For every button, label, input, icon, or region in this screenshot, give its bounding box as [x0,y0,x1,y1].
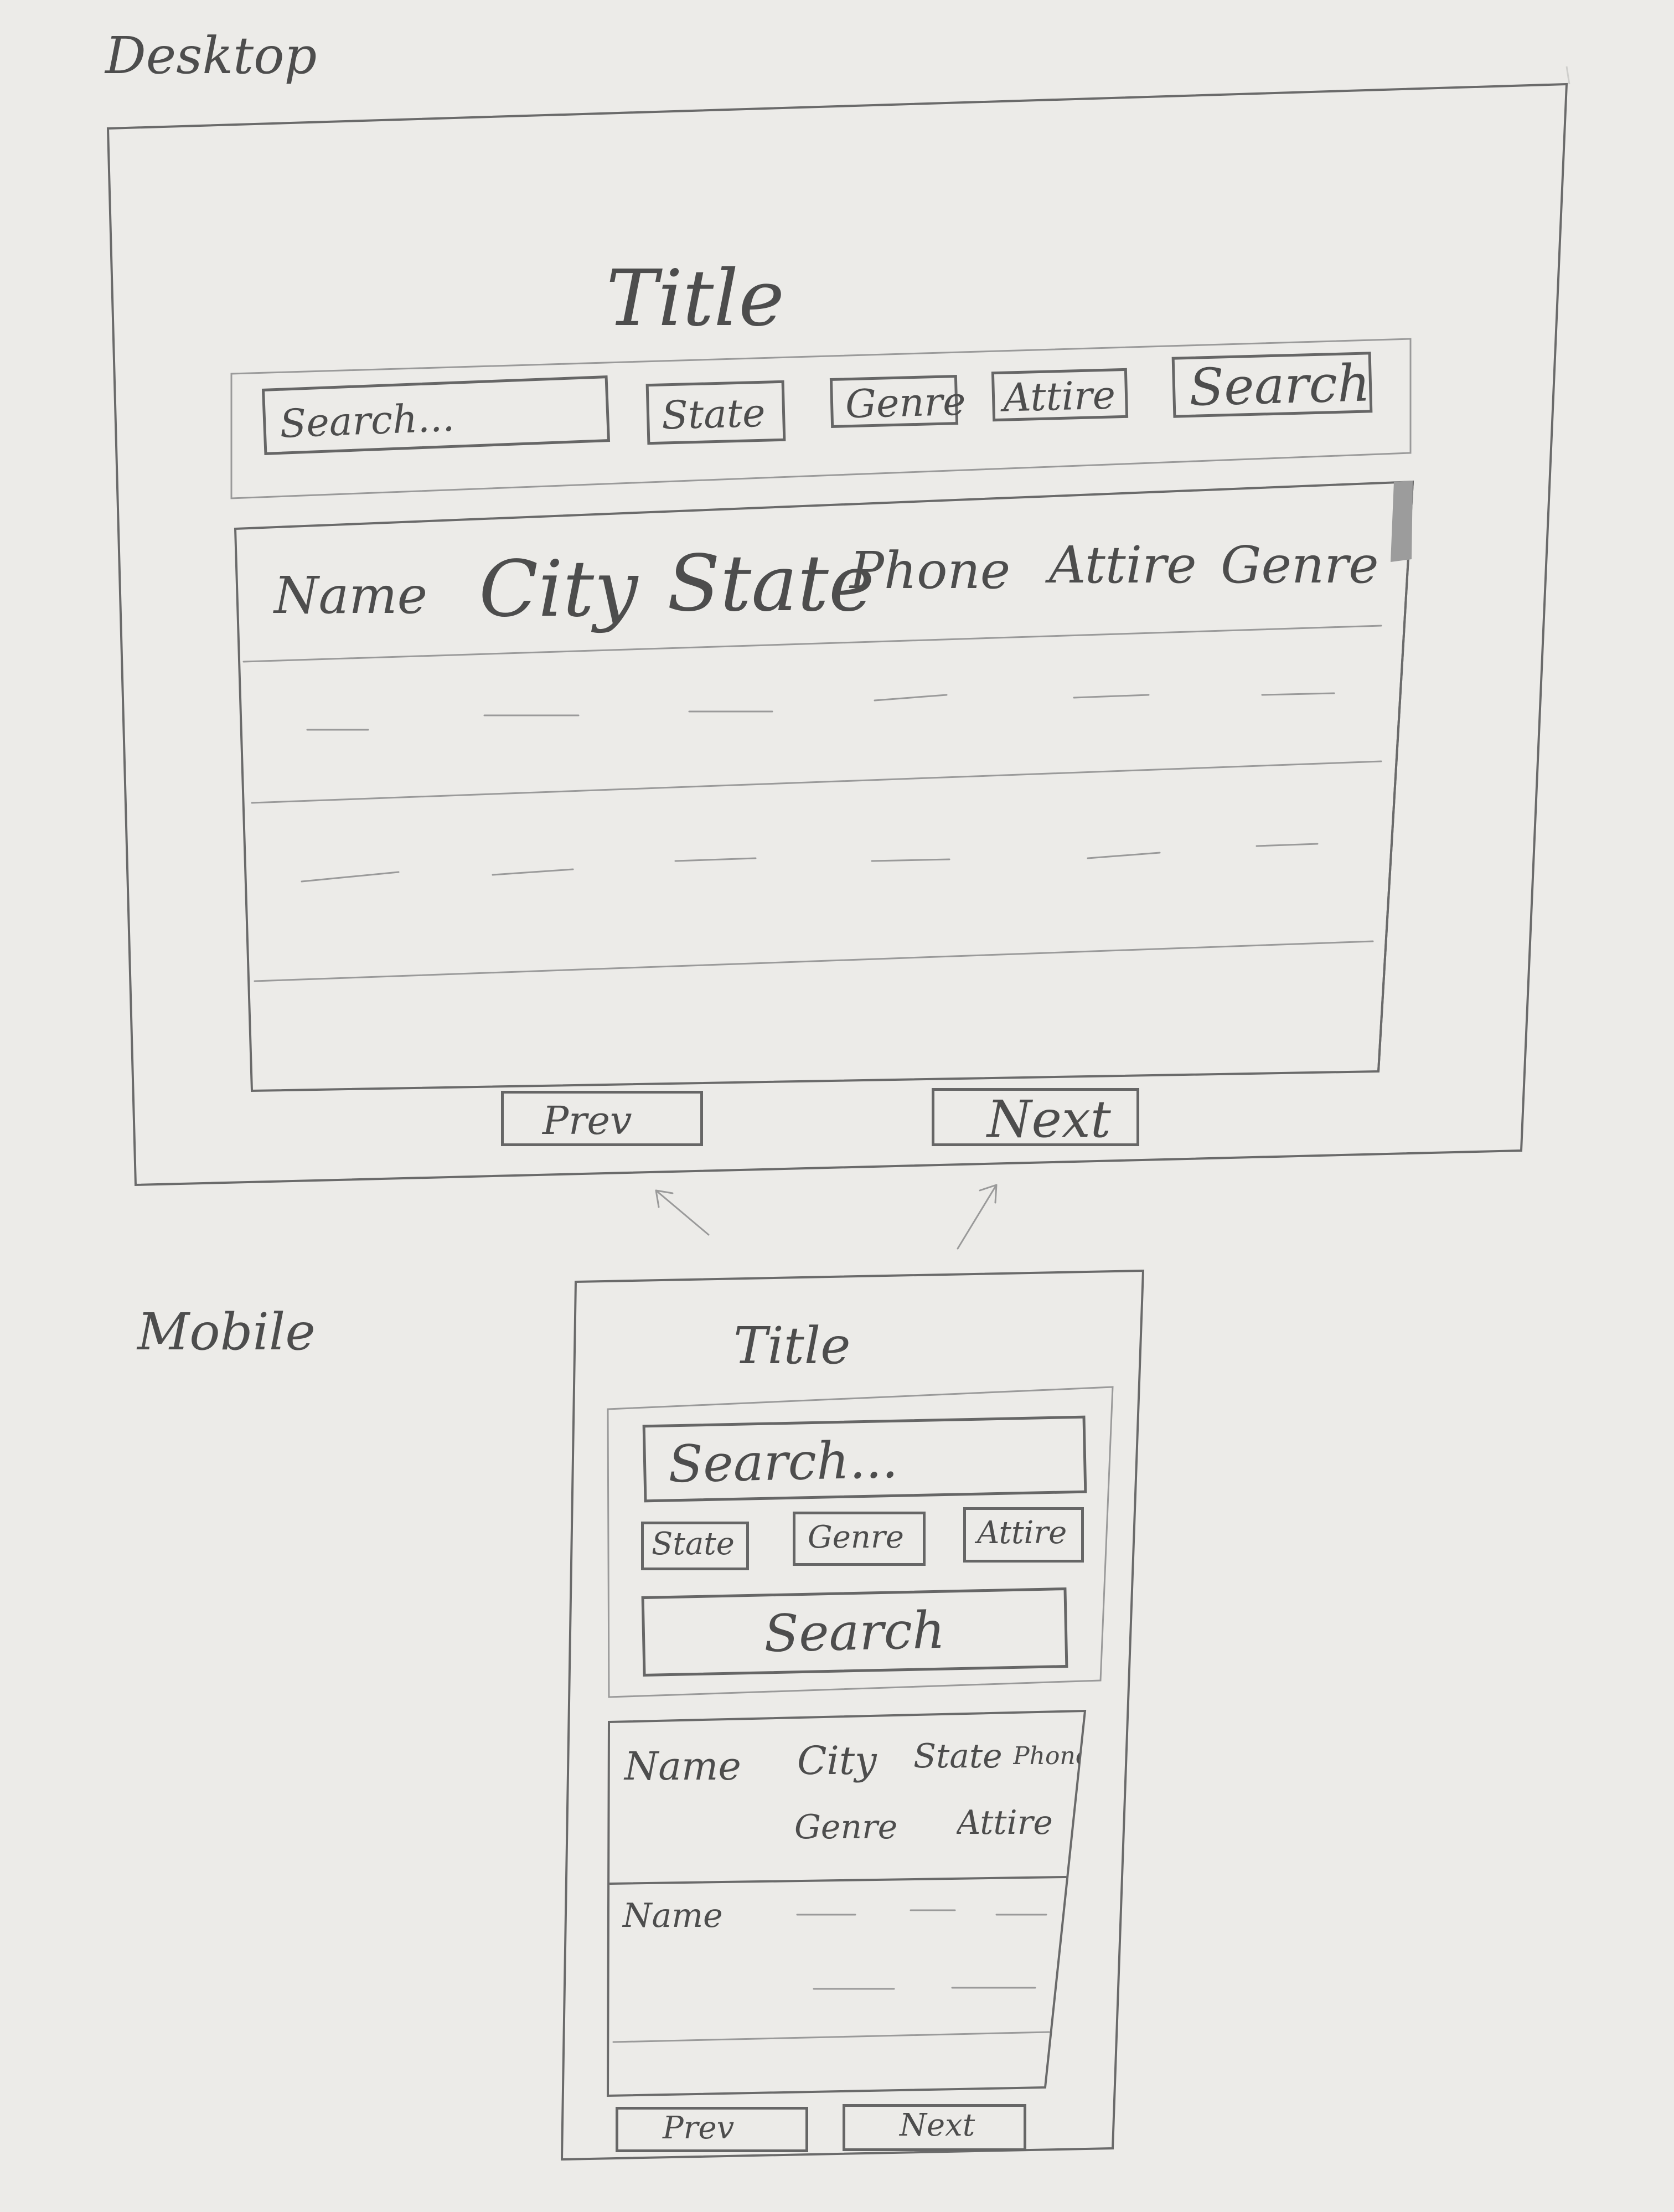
genre-filter-label: Genre [845,378,967,427]
column-header-city: City [797,1738,877,1783]
attire-filter-label: Attire [1003,372,1116,421]
column-header-state: State [913,1737,1003,1776]
column-header-name: Name [274,566,428,625]
prev-label: Prev [663,2110,735,2146]
desktop-frame [106,83,1568,1187]
search-button-label: Search [763,1600,946,1664]
next-label: Next [900,2107,975,2143]
desktop-attire-filter[interactable]: Attire [991,368,1129,422]
column-header-genre: Genre [1221,535,1379,595]
desktop-scrollbar-thumb [1391,481,1413,562]
attire-filter-label: Attire [977,1515,1067,1551]
desktop-page-title: Title [606,254,785,344]
search-placeholder: Search... [278,394,456,447]
arrow-icon [655,1189,710,1236]
search-button-label: Search [1188,353,1371,417]
state-filter-label: State [661,390,766,439]
mobile-search-button[interactable]: Search [641,1587,1068,1677]
state-filter-label: State [652,1526,735,1562]
desktop-scrollbar [1377,481,1414,1073]
desktop-search-input[interactable]: Search... [261,375,611,455]
mobile-search-input[interactable]: Search... [642,1415,1087,1503]
next-label: Next [987,1090,1111,1149]
mobile-prev-button[interactable]: Prev [616,2107,808,2152]
desktop-row-divider [254,940,1374,982]
desktop-genre-filter[interactable]: Genre [829,375,966,428]
arrow-icon [957,1184,998,1250]
mobile-row-divider [612,2031,1050,2043]
desktop-header-divider [242,625,1382,663]
desktop-state-filter[interactable]: State [645,380,786,445]
desktop-next-button[interactable]: Next [932,1088,1139,1146]
mobile-genre-filter[interactable]: Genre [793,1512,926,1566]
desktop-label: Desktop [105,26,317,85]
column-header-genre: Genre [794,1808,898,1847]
mobile-row-name: Name [623,1896,723,1935]
column-header-phone: Phone [850,541,1011,600]
column-header-state: State [667,539,875,629]
mobile-frame [560,1269,1145,2161]
mobile-next-button[interactable]: Next [843,2104,1026,2151]
column-header-phone: Phone [1013,1744,1079,1768]
desktop-prev-button[interactable]: Prev [501,1091,703,1146]
mobile-attire-filter[interactable]: Attire [963,1507,1084,1563]
mobile-state-filter[interactable]: State [641,1522,749,1570]
mobile-header-divider [609,1876,1067,1885]
mobile-page-title: Title [733,1316,851,1375]
mobile-label: Mobile [137,1302,316,1362]
search-placeholder: Search... [668,1430,898,1494]
genre-filter-label: Genre [808,1519,904,1555]
desktop-search-button[interactable]: Search [1171,352,1373,418]
prev-label: Prev [542,1098,632,1143]
column-header-attire: Attire [957,1806,1053,1839]
column-header-attire: Attire [1049,535,1197,595]
mobile-cell-placeholders [796,1909,1047,1990]
desktop-cell-placeholders [301,692,1335,883]
column-header-city: City [479,544,638,635]
column-header-name: Name [624,1744,741,1789]
sketch-canvas [106,66,1570,2161]
desktop-row-divider [251,760,1382,804]
